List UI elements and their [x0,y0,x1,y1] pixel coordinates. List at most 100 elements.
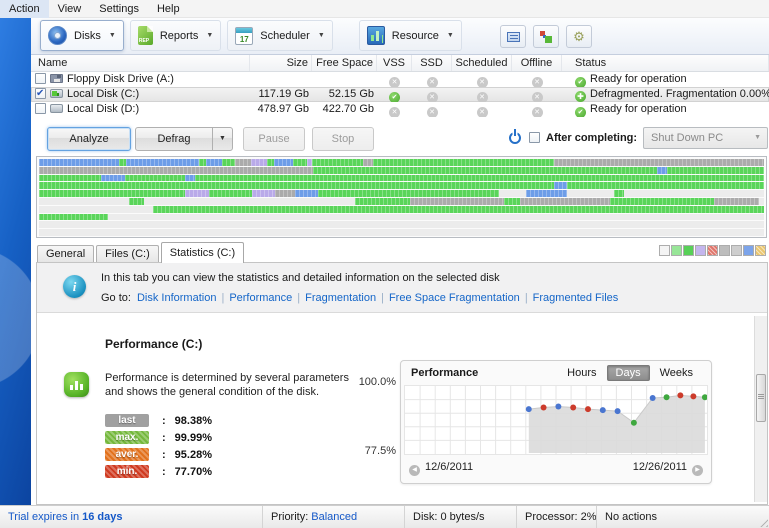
status-cell: ✔Ready for operation [562,102,769,117]
range-days[interactable]: Days [607,365,650,381]
map-segment-b [274,159,294,166]
disk-speed-status: Disk: 0 bytes/s [405,506,517,528]
column-header-free-space[interactable]: Free Space [312,55,377,71]
goto-link-disk-information[interactable]: Disk Information [137,292,216,304]
next-range-icon[interactable]: ▶ [692,465,703,476]
column-header-name[interactable]: Name [31,55,250,71]
disk-table-header: NameSizeFree SpaceVSSSSDScheduledOffline… [31,55,769,72]
metric-badge: aver. [105,448,149,461]
toolbar-tab-disks[interactable]: Disks▼ [40,20,124,51]
chart-point-4 [585,406,591,412]
map-segment-G [363,159,373,166]
map-segment-p [251,159,266,166]
metric-row-aver: aver.:95.28% [105,448,212,461]
metric-value: 95.28% [175,449,212,461]
floppy-drive-icon [50,74,63,83]
vss-cell: ✕ [377,102,412,117]
ssd-cell: ✕ [412,102,452,117]
drive-checkbox[interactable] [35,88,46,99]
menu-settings[interactable]: Settings [90,0,148,18]
name-cell: Floppy Disk Drive (A:) [31,72,250,87]
vss-cell: ✕ [377,72,412,87]
legend-swatch-6 [731,245,742,256]
after-completing-value: Shut Down PC [651,132,723,144]
gear-button[interactable]: ⚙ [566,25,592,48]
toolbar-tab-resource[interactable]: Resource▼ [359,20,462,51]
vss-cell: ✔ [377,87,412,102]
menu-view[interactable]: View [49,0,91,18]
goto-link-performance[interactable]: Performance [229,292,292,304]
legend-swatch-8 [755,245,766,256]
goto-link-free-space-fragmentation[interactable]: Free Space Fragmentation [389,292,520,304]
column-header-offline[interactable]: Offline [512,55,562,71]
dropdown-arrow-icon[interactable]: ▼ [318,32,325,39]
map-segment-g [318,190,499,197]
defrag-dropdown-arrow-icon[interactable]: ▼ [212,128,232,150]
program-blocks-button[interactable] [533,25,559,48]
view-tabs: GeneralFiles (C:)Statistics (C:) [37,242,246,262]
dropdown-arrow-icon[interactable]: ▼ [109,32,116,39]
range-weeks[interactable]: Weeks [652,365,701,381]
tab-general[interactable]: General [37,245,94,262]
cross-icon: ✕ [427,107,438,117]
cross-icon: ✕ [477,77,488,87]
pause-button[interactable]: Pause [243,127,305,151]
after-completing-select[interactable]: Shut Down PC ▼ [643,127,768,149]
dropdown-arrow-icon[interactable]: ▼ [447,32,454,39]
scrollbar-thumb[interactable] [756,374,766,422]
free-space-cell: 52.15 Gb [312,87,377,102]
column-header-status[interactable]: Status [562,55,769,71]
legend-swatch-5 [719,245,730,256]
menu-help[interactable]: Help [148,0,189,18]
column-header-size[interactable]: Size [250,55,312,71]
disk-table-rows: Floppy Disk Drive (A:) ✕ ✕ ✕ ✕ ✔Ready for ope… [31,72,769,117]
goto-link-fragmented-files[interactable]: Fragmented Files [533,292,619,304]
drive-name: Floppy Disk Drive (A:) [67,73,174,85]
range-hours[interactable]: Hours [559,365,604,381]
name-cell: Local Disk (C:) [31,87,250,102]
goto-link-fragmentation[interactable]: Fragmentation [305,292,376,304]
priority-value-link[interactable]: Balanced [311,511,357,523]
drive-checkbox[interactable] [35,73,46,84]
power-icon [509,132,521,144]
column-header-vss[interactable]: VSS [377,55,412,71]
map-segment-g [313,167,657,174]
map-segment-G [714,198,759,205]
metric-value: 99.99% [175,432,212,444]
defrag-button[interactable]: Defrag [136,128,212,150]
status-bar: Trial expires in16 days Priority:Balance… [0,505,769,528]
defrag-split-button[interactable]: Defrag ▼ [135,127,233,151]
after-completing-checkbox[interactable] [529,132,540,143]
select-dropdown-arrow-icon: ▼ [754,128,761,148]
table-row[interactable]: Local Disk (C:)117.19 Gb52.15 Gb✔✕✕✕✚Def… [31,87,769,102]
analyze-button[interactable]: Analyze [47,127,131,151]
prev-range-icon[interactable]: ◀ [409,465,420,476]
vertical-scrollbar[interactable] [754,316,767,502]
map-segment-g [293,159,307,166]
link-separator: | [221,292,224,304]
performance-section-title: Performance (C:) [105,337,202,351]
toolbar-tab-reports[interactable]: Reports▼ [130,20,221,51]
defragmented-icon: ✚ [575,91,586,102]
table-row[interactable]: Local Disk (D:)478.97 Gb422.70 Gb✕✕✕✕✔Re… [31,102,769,117]
dropdown-arrow-icon[interactable]: ▼ [206,32,213,39]
legend-swatch-0 [659,245,670,256]
checklist-button[interactable] [500,25,526,48]
column-header-ssd[interactable]: SSD [412,55,452,71]
tab-files-c[interactable]: Files (C:) [96,245,159,262]
cross-icon: ✕ [389,107,400,117]
map-segment-b [657,167,667,174]
map-segment-g [267,159,274,166]
check-icon: ✔ [389,92,400,102]
table-row[interactable]: Floppy Disk Drive (A:)✕✕✕✕✔Ready for ope… [31,72,769,87]
stop-button[interactable]: Stop [312,127,374,151]
drive-checkbox[interactable] [35,103,46,114]
menu-action[interactable]: Action [0,0,49,18]
actions-status: No actions [597,506,769,528]
legend-swatch-1 [671,245,682,256]
toolbar-tab-scheduler[interactable]: Scheduler▼ [227,20,332,51]
column-header-scheduled[interactable]: Scheduled [452,55,512,71]
free-space-cell [312,72,377,87]
cross-icon: ✕ [532,92,543,102]
tab-statistics-c[interactable]: Statistics (C:) [161,242,244,263]
